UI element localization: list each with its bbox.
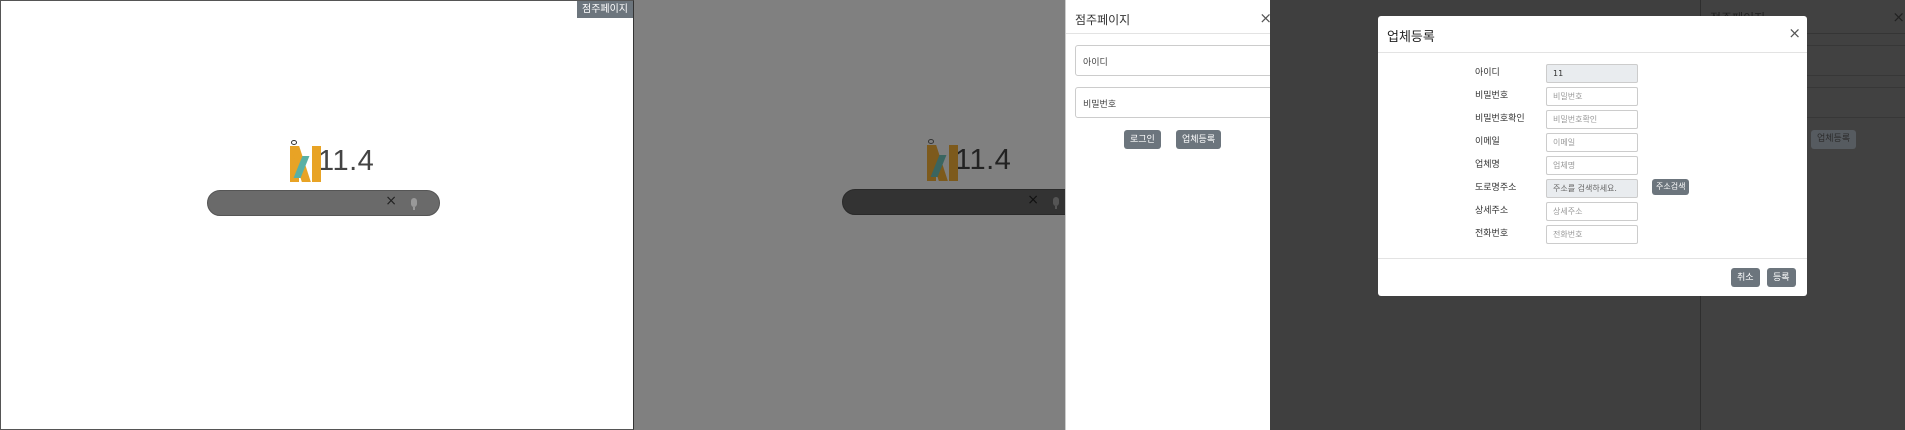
- detail-address-label: 상세주소: [1475, 206, 1509, 216]
- register-button: 업체등록: [1811, 130, 1857, 149]
- register-overlay-panel: 점주페이지 × 업체등록 업체등록 × 아이디 11 비밀번호 비밀번호 비밀번…: [1270, 0, 1905, 430]
- close-icon[interactable]: ×: [1259, 9, 1270, 27]
- password-confirm-input[interactable]: 비밀번호확인: [1546, 110, 1638, 129]
- app-logo: 11.4: [925, 139, 1011, 181]
- logo-version: 11.4: [955, 143, 1012, 176]
- id-field[interactable]: 아이디: [1075, 45, 1270, 76]
- submit-button[interactable]: 등록: [1767, 268, 1796, 287]
- clear-icon[interactable]: ×: [385, 193, 397, 209]
- company-name-label: 업체명: [1475, 160, 1500, 170]
- password-confirm-label: 비밀번호확인: [1475, 114, 1525, 124]
- search-bar[interactable]: ×: [842, 189, 1082, 215]
- address-search-button[interactable]: 주소검색: [1652, 179, 1690, 195]
- search-bar[interactable]: ×: [207, 190, 440, 216]
- road-address-label: 도로명주소: [1475, 183, 1517, 193]
- id-placeholder: 아이디: [1083, 58, 1108, 68]
- divider: [1066, 33, 1270, 34]
- password-field[interactable]: 비밀번호: [1075, 87, 1270, 118]
- clear-icon[interactable]: ×: [1027, 192, 1039, 208]
- email-input[interactable]: 이메일: [1546, 133, 1638, 152]
- modal-title: 업체등록: [1387, 30, 1435, 45]
- password-input[interactable]: 비밀번호: [1546, 87, 1638, 106]
- microphone-icon[interactable]: [411, 198, 417, 210]
- password-label: 비밀번호: [1475, 91, 1509, 101]
- email-label: 이메일: [1475, 137, 1500, 147]
- close-icon[interactable]: ×: [1788, 24, 1801, 42]
- logo-mark-icon: [925, 139, 961, 181]
- register-modal: 업체등록 × 아이디 11 비밀번호 비밀번호 비밀번호확인 비밀번호확인 이메…: [1378, 16, 1807, 296]
- divider: [1378, 258, 1807, 259]
- login-overlay-panel: 11.4 × 점주페이지 × 아이디 비밀번호 로그인 업체등록: [634, 0, 1270, 430]
- app-logo: 11.4: [288, 140, 374, 182]
- phone-label: 전화번호: [1475, 229, 1509, 239]
- cancel-button[interactable]: 취소: [1731, 268, 1760, 287]
- id-input[interactable]: 11: [1546, 64, 1638, 83]
- modal-title: 점주페이지: [1075, 13, 1131, 27]
- microphone-icon[interactable]: [1053, 197, 1059, 209]
- company-name-input[interactable]: 업체명: [1546, 156, 1638, 175]
- detail-address-input[interactable]: 상세주소: [1546, 202, 1638, 221]
- phone-input[interactable]: 전화번호: [1546, 225, 1638, 244]
- screenshot-stage: 점주페이지 11.4 × 11.4 × 점주페이지 × 아이디 비밀번호 로그인…: [0, 0, 1905, 430]
- register-button[interactable]: 업체등록: [1176, 130, 1222, 149]
- id-label: 아이디: [1475, 68, 1500, 78]
- login-modal: 점주페이지 × 아이디 비밀번호 로그인 업체등록: [1065, 0, 1270, 430]
- password-placeholder: 비밀번호: [1083, 100, 1117, 110]
- home-panel: 점주페이지 11.4 ×: [0, 0, 634, 430]
- close-icon: ×: [1892, 8, 1905, 26]
- login-button[interactable]: 로그인: [1124, 130, 1161, 149]
- divider: [1378, 52, 1807, 53]
- logo-version: 11.4: [318, 144, 375, 177]
- road-address-input[interactable]: 주소를 검색하세요.: [1546, 179, 1638, 198]
- logo-mark-icon: [288, 140, 324, 182]
- shop-page-button[interactable]: 점주페이지: [577, 1, 633, 18]
